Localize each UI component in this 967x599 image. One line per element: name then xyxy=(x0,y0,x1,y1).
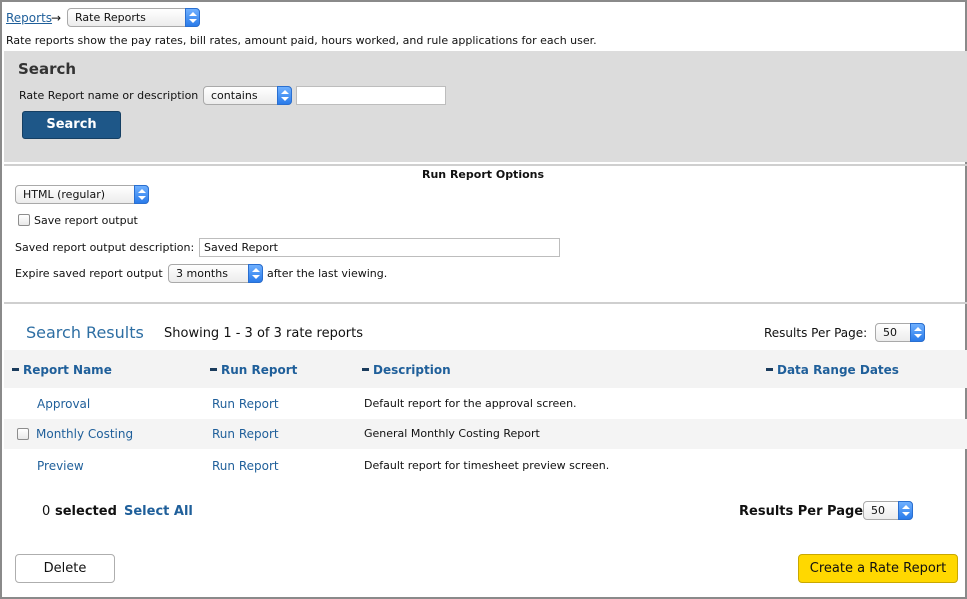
search-panel: Search Rate Report name or description c… xyxy=(4,51,967,162)
col-header-run-report[interactable]: Run Report xyxy=(210,363,297,377)
search-button[interactable]: Search xyxy=(22,111,121,139)
results-showing-text: Showing 1 - 3 of 3 rate reports xyxy=(164,326,364,341)
col-header-data-range-dates[interactable]: Data Range Dates xyxy=(766,363,899,377)
chevron-updown-icon xyxy=(134,185,149,204)
output-format-select[interactable]: HTML (regular) xyxy=(15,185,149,204)
create-rate-report-button[interactable]: Create a Rate Report xyxy=(798,554,958,583)
expire-label: Expire saved report output xyxy=(15,267,163,280)
chevron-updown-icon xyxy=(248,264,263,283)
collapse-icon xyxy=(12,368,19,371)
delete-button[interactable]: Delete xyxy=(15,554,115,583)
search-field-label: Rate Report name or description xyxy=(19,89,199,102)
chevron-updown-icon xyxy=(898,501,913,520)
report-description: Default report for timesheet preview scr… xyxy=(364,459,610,472)
results-per-page-label: Results Per Page: xyxy=(764,326,868,340)
report-type-select-value: Rate Reports xyxy=(75,11,146,24)
report-description: General Monthly Costing Report xyxy=(364,427,540,440)
expire-select-value: 3 months xyxy=(176,267,228,280)
footer-per-page-value: 50 xyxy=(871,504,885,517)
results-title: Search Results xyxy=(26,323,144,342)
selected-label: selected xyxy=(55,504,117,519)
divider xyxy=(4,302,967,304)
select-all-link[interactable]: Select All xyxy=(124,504,193,519)
chevron-updown-icon xyxy=(185,8,200,27)
chevron-updown-icon xyxy=(277,86,292,105)
chevron-updown-icon xyxy=(910,323,925,342)
report-name-link[interactable]: Approval xyxy=(37,397,90,411)
search-input[interactable] xyxy=(296,86,446,105)
collapse-icon xyxy=(362,368,369,371)
output-format-value: HTML (regular) xyxy=(23,188,106,201)
divider xyxy=(4,164,967,166)
report-description: Default report for the approval screen. xyxy=(364,397,577,410)
footer-per-page-select[interactable]: 50 xyxy=(863,501,913,520)
search-operator-select[interactable]: contains xyxy=(203,86,292,105)
save-output-checkbox[interactable] xyxy=(18,214,30,226)
page-frame: Reports → Rate Reports Rate reports show… xyxy=(0,0,967,599)
report-type-select[interactable]: Rate Reports xyxy=(67,8,200,27)
col-header-report-name[interactable]: Report Name xyxy=(12,363,112,377)
run-options-title: Run Report Options xyxy=(422,168,545,181)
breadcrumb-reports-link[interactable]: Reports xyxy=(6,11,52,25)
expire-select[interactable]: 3 months xyxy=(168,264,263,283)
run-report-link[interactable]: Run Report xyxy=(212,427,279,441)
run-report-link[interactable]: Run Report xyxy=(212,459,279,473)
table-row: Monthly Costing Run Report General Month… xyxy=(4,419,967,449)
col-header-description[interactable]: Description xyxy=(362,363,451,377)
results-per-page-value: 50 xyxy=(883,326,897,339)
footer-per-page-label: Results Per Page: xyxy=(739,504,869,519)
search-operator-value: contains xyxy=(211,89,258,102)
report-name-link[interactable]: Preview xyxy=(37,459,84,473)
results-table-header: Report Name Run Report Description Data … xyxy=(4,350,967,388)
table-row: Preview Run Report Default report for ti… xyxy=(4,451,967,481)
row-select-checkbox[interactable] xyxy=(17,428,29,440)
collapse-icon xyxy=(210,368,217,371)
output-description-label: Saved report output description: xyxy=(15,241,195,254)
table-row: Approval Run Report Default report for t… xyxy=(4,389,967,419)
save-output-label: Save report output xyxy=(34,214,138,227)
expire-suffix: after the last viewing. xyxy=(267,267,388,280)
results-per-page-select[interactable]: 50 xyxy=(875,323,925,342)
intro-text: Rate reports show the pay rates, bill ra… xyxy=(6,34,597,47)
breadcrumb-arrow: → xyxy=(51,11,62,25)
report-name-link[interactable]: Monthly Costing xyxy=(36,427,133,441)
selected-count: 0 xyxy=(42,504,51,519)
collapse-icon xyxy=(766,368,773,371)
search-title: Search xyxy=(18,60,77,78)
run-report-link[interactable]: Run Report xyxy=(212,397,279,411)
output-description-input[interactable] xyxy=(199,238,560,257)
